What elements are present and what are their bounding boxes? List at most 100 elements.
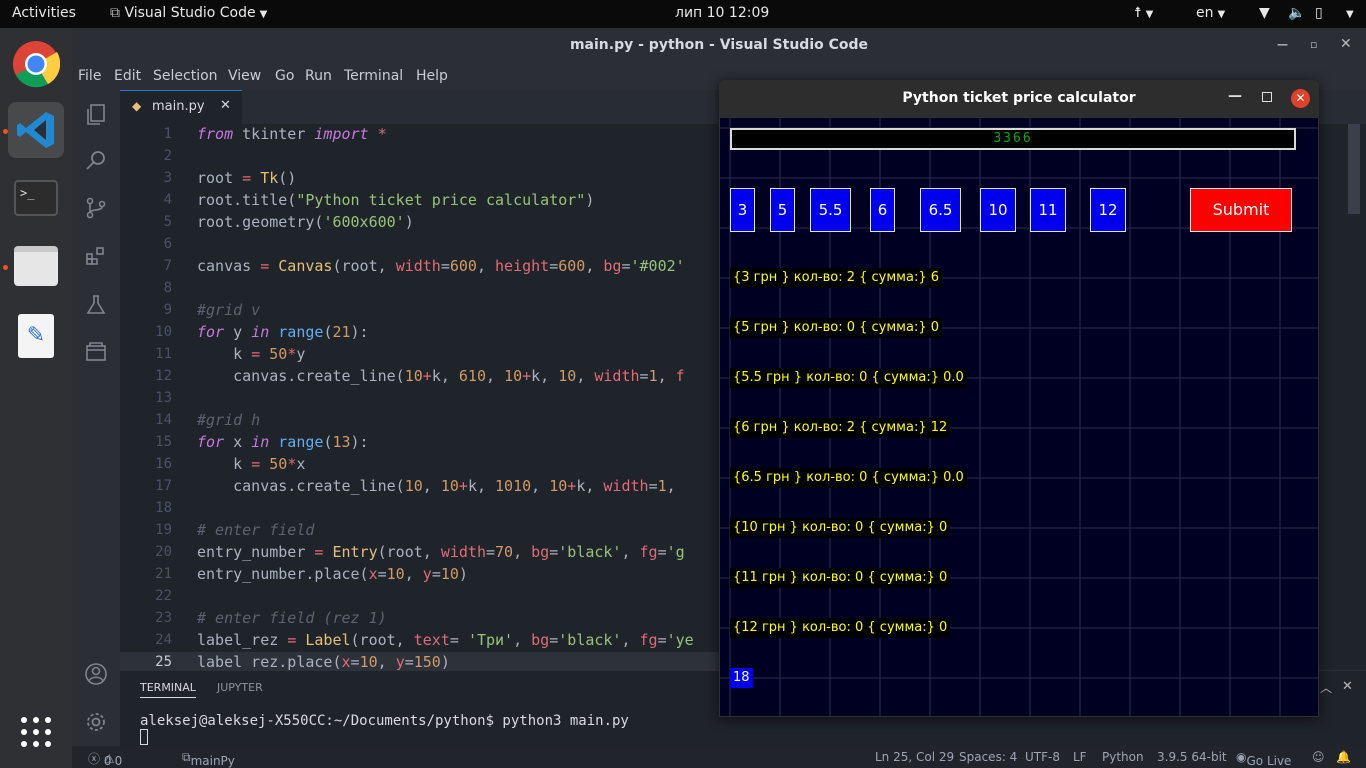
extensions-icon[interactable] — [84, 244, 108, 268]
menu-run[interactable]: Run — [305, 68, 332, 84]
minimize-icon[interactable]: — — [1277, 38, 1288, 51]
chevron-down-icon: ▼ — [1346, 9, 1354, 20]
problems-indicator[interactable]: ⓧ 0 ⚠ 0 — [88, 750, 122, 768]
line-number: 12 — [155, 368, 172, 384]
line-number: 13 — [155, 390, 172, 406]
menu-go[interactable]: Go — [275, 68, 294, 84]
remote-explorer-icon[interactable] — [84, 340, 108, 364]
testing-flask-icon[interactable] — [84, 293, 108, 317]
system-menu[interactable]: ▼ — [1342, 5, 1354, 21]
battery-icon[interactable]: ▯ — [1315, 5, 1323, 21]
menu-selection[interactable]: Selection — [153, 68, 218, 84]
python-interpreter[interactable]: 3.9.5 64-bit — [1157, 750, 1227, 764]
warning-count: 0 — [114, 754, 123, 768]
code-editor[interactable]: 1 from tkinter import * 2 3 root = Tk() 4r… — [120, 124, 720, 670]
price-button-5-5[interactable]: 5.5 — [810, 188, 851, 232]
line-number: 25 — [155, 654, 172, 670]
minimap[interactable] — [1318, 124, 1366, 670]
code-line: 18 — [120, 498, 720, 520]
price-button-6-5[interactable]: 6.5 — [920, 188, 961, 232]
vscode-logo — [17, 112, 54, 148]
tk-canvas: 3366 3 5 5.5 6 6.5 10 11 12 Submit {3 гр… — [720, 118, 1318, 716]
tk-window: Python ticket price calculator — ✕ 3366 … — [719, 80, 1319, 717]
encoding[interactable]: UTF-8 — [1025, 750, 1060, 764]
code-line: 3 root = Tk() — [120, 168, 720, 190]
price-button-5[interactable]: 5 — [770, 188, 795, 232]
tk-close-icon[interactable]: ✕ — [1291, 89, 1310, 108]
menu-help[interactable]: Help — [416, 68, 448, 84]
source-control-icon[interactable] — [84, 196, 108, 220]
search-icon[interactable] — [84, 148, 108, 172]
tab-terminal[interactable]: TERMINAL — [140, 681, 196, 698]
chevron-down-icon: ▼ — [1217, 9, 1226, 20]
line-number: 8 — [163, 280, 172, 296]
close-panel-icon[interactable]: ✕ — [1342, 679, 1353, 694]
line-number: 23 — [155, 610, 172, 626]
clock[interactable]: лип 10 12:09 — [675, 5, 769, 21]
price-button-11[interactable]: 11 — [1030, 188, 1066, 232]
result-label-5: {5 грн } кол-во: 0 { сумма:} 0 — [730, 318, 943, 338]
code-line: 17 canvas.create_line(10, 10+k, 1010, 10… — [120, 476, 720, 498]
settings-gear-icon[interactable] — [84, 710, 108, 734]
tab-close-icon[interactable]: ✕ — [220, 98, 231, 113]
show-apps-icon[interactable] — [8, 704, 64, 760]
explorer-icon[interactable] — [84, 102, 108, 126]
menu-edit[interactable]: Edit — [114, 68, 141, 84]
cursor-position[interactable]: Ln 25, Col 29 — [875, 750, 954, 764]
tk-minimize-icon[interactable]: — — [1228, 88, 1242, 104]
maximize-panel-icon[interactable]: ︿ — [1320, 679, 1332, 696]
branch-label: mainPy — [190, 754, 235, 768]
code-line: 15 for x in range(13): — [120, 432, 720, 454]
chrome-icon[interactable] — [8, 36, 64, 92]
line-number: 20 — [155, 544, 172, 560]
line-number: 22 — [155, 588, 172, 604]
menu-file[interactable]: File — [78, 68, 101, 84]
app-menu[interactable]: ⧉ Visual Studio Code ▼ — [110, 5, 267, 21]
running-indicator — [3, 129, 8, 134]
line-number: 21 — [155, 566, 172, 582]
text-editor-icon[interactable]: ✎ — [8, 308, 64, 364]
tk-maximize-icon[interactable] — [1262, 92, 1272, 102]
close-icon[interactable]: ✕ — [1340, 36, 1352, 52]
indentation[interactable]: Spaces: 4 — [959, 750, 1017, 764]
branch-indicator[interactable]: ⧉ mainPy — [182, 750, 235, 768]
line-number: 14 — [155, 412, 172, 428]
terminal-cursor — [140, 729, 148, 745]
activities-button[interactable]: Activities — [12, 5, 76, 21]
price-button-12[interactable]: 12 — [1090, 188, 1126, 232]
line-number: 4 — [163, 192, 172, 208]
menu-view[interactable]: View — [228, 68, 261, 84]
number-entry[interactable]: 3366 — [730, 128, 1296, 150]
go-live-button[interactable]: ◉ Go Live — [1236, 750, 1291, 768]
language-indicator[interactable]: en ▼ — [1196, 5, 1225, 21]
volume-icon[interactable]: 🔈 — [1288, 5, 1305, 21]
activity-bar — [72, 90, 120, 746]
accessibility-icon[interactable]: ☨ ▼ — [1134, 5, 1153, 21]
menu-terminal[interactable]: Terminal — [344, 68, 403, 84]
result-label-12: {12 грн } кол-во: 0 { сумма:} 0 — [730, 618, 951, 638]
wifi-icon[interactable]: ▼ — [1259, 5, 1270, 21]
error-count: 0 — [103, 754, 112, 768]
tab-jupyter[interactable]: JUPYTER — [217, 681, 263, 694]
account-icon[interactable] — [84, 662, 108, 686]
go-live-label: Go Live — [1246, 754, 1292, 768]
tab-main-py[interactable]: ◆ main.py ✕ — [120, 90, 242, 124]
feedback-icon[interactable]: ☺ — [1312, 750, 1325, 764]
status-bar: ⓧ 0 ⚠ 0 ⧉ mainPy Ln 25, Col 29 Spaces: 4… — [72, 746, 1366, 768]
submit-button[interactable]: Submit — [1190, 188, 1292, 232]
code-line: 8 — [120, 278, 720, 300]
end-of-line[interactable]: LF — [1073, 750, 1087, 764]
notifications-bell-icon[interactable]: 🔔 — [1336, 750, 1351, 764]
price-button-10[interactable]: 10 — [980, 188, 1016, 232]
code-line: 5 root.geometry('600x600') — [120, 212, 720, 234]
maximize-icon[interactable]: ▫ — [1310, 38, 1317, 51]
price-button-6[interactable]: 6 — [870, 188, 895, 232]
terminal-icon[interactable]: >_ — [8, 170, 64, 226]
language-mode[interactable]: Python — [1102, 750, 1144, 764]
files-icon[interactable] — [8, 238, 64, 294]
code-line: 16 k = 50*x — [120, 454, 720, 476]
vscode-icon[interactable] — [8, 102, 64, 158]
price-button-3[interactable]: 3 — [730, 188, 755, 232]
code-line: 22 — [120, 586, 720, 608]
scrollbar-thumb[interactable] — [1348, 124, 1360, 214]
